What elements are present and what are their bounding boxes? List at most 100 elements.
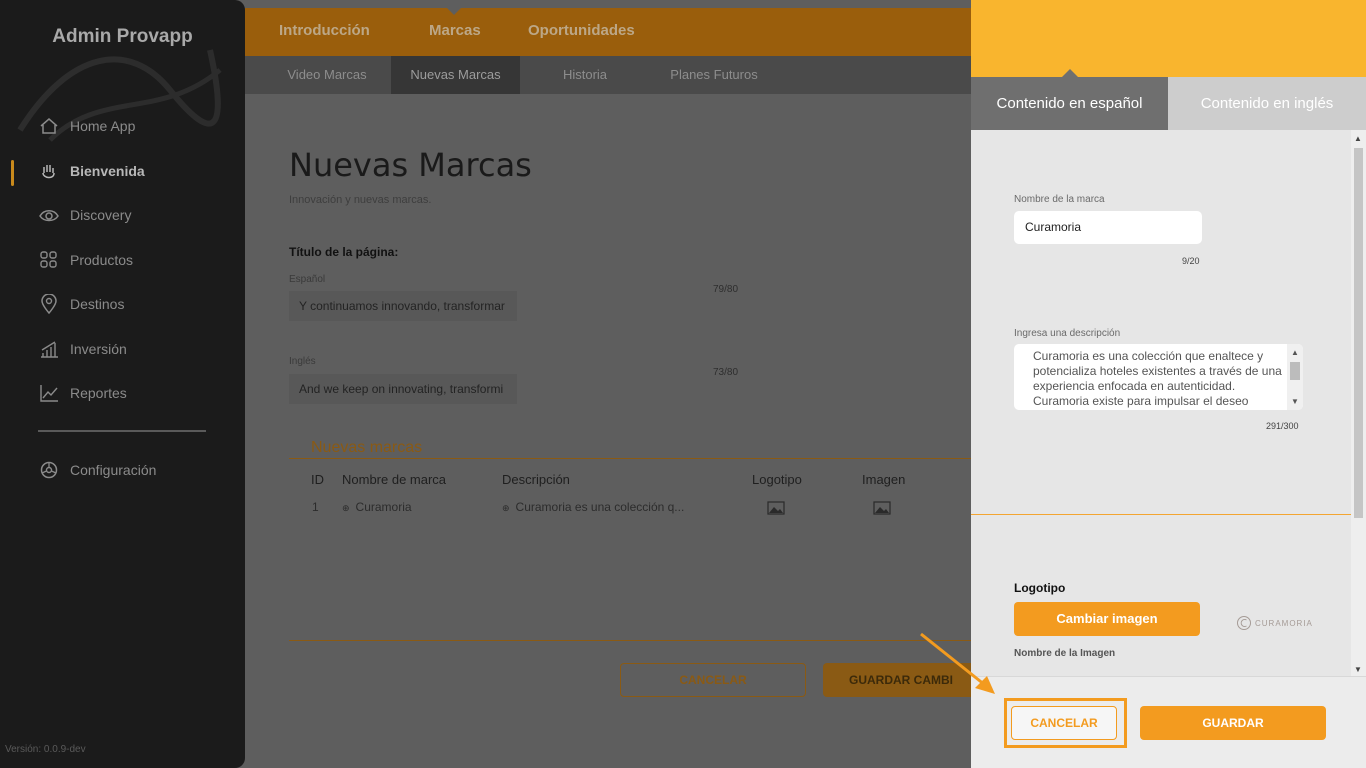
sidebar-item-label: Bienvenida: [70, 163, 145, 179]
home-icon: [38, 115, 60, 137]
brand-name-input[interactable]: Curamoria: [1014, 211, 1202, 244]
tab-oportunidades[interactable]: Oportunidades: [528, 22, 635, 39]
sidebar-item-label: Home App: [70, 118, 136, 134]
active-indicator: [11, 160, 14, 186]
save-button[interactable]: GUARDAR: [1140, 706, 1326, 740]
sidebar-item-discovery[interactable]: Discovery: [38, 201, 131, 229]
subtab-historia[interactable]: Historia: [535, 56, 635, 94]
main-cancel-button[interactable]: CANCELAR: [620, 663, 806, 697]
image-icon[interactable]: [767, 501, 785, 515]
sidebar-item-home-app[interactable]: Home App: [38, 112, 135, 140]
sidebar-item-destinos[interactable]: Destinos: [38, 290, 124, 318]
image-name-label: Nombre de la Imagen: [1014, 648, 1116, 659]
globe-icon: ⊕: [342, 503, 350, 513]
sidebar-item-label: Discovery: [70, 207, 132, 223]
tab-contenido-ingles[interactable]: Contenido en inglés: [1168, 77, 1366, 130]
pointer-arrow-icon: [920, 632, 995, 694]
line-chart-icon: [38, 382, 60, 404]
change-image-button[interactable]: Cambiar imagen: [1014, 602, 1200, 636]
sidebar-divider: [38, 430, 206, 432]
panel-scrollbar[interactable]: ▲ ▼: [1351, 130, 1366, 676]
tab-contenido-espanol[interactable]: Contenido en español: [971, 77, 1168, 130]
panel-body: Nombre de la marca Curamoria 9/20 Ingres…: [971, 130, 1351, 676]
curamoria-logo-icon: [1237, 616, 1251, 630]
textarea-scrollbar[interactable]: ▲ ▼: [1287, 344, 1303, 410]
panel-tabs: Contenido en español Contenido en inglés: [971, 77, 1366, 130]
top-nav: Introducción Marcas Oportunidades: [245, 8, 975, 56]
cell-description: ⊕ Curamoria es una colección q...: [502, 500, 684, 514]
image-icon[interactable]: [873, 501, 891, 515]
app-brand: Admin Provapp: [52, 26, 193, 47]
sub-nav: Video Marcas Nuevas Marcas Historia Plan…: [245, 56, 975, 94]
english-label: Inglés: [289, 356, 316, 367]
edit-panel: Contenido en español Contenido en inglés…: [971, 0, 1366, 768]
spanish-label: Español: [289, 274, 326, 285]
active-tab-caret: [447, 8, 461, 15]
app-root: Admin Provapp Home App Bienvenida Discov…: [0, 0, 1366, 768]
tab-introduccion[interactable]: Introducción: [279, 22, 370, 39]
page-title-label: Título de la página:: [289, 245, 399, 259]
page-subtitle: Innovación y nuevas marcas.: [289, 194, 432, 206]
sidebar-item-label: Reportes: [70, 385, 127, 401]
globe-icon: ⊕: [502, 503, 510, 513]
logo-text: CURAMORIA: [1255, 618, 1313, 628]
subtab-planes-futuros[interactable]: Planes Futuros: [655, 56, 773, 94]
logo-label: Logotipo: [1014, 581, 1066, 595]
description-label: Ingresa una descripción: [1014, 328, 1121, 339]
scroll-up-icon[interactable]: ▲: [1291, 348, 1299, 357]
bar-chart-icon: [38, 338, 60, 360]
section-line: [289, 458, 975, 459]
sidebar-item-inversion[interactable]: Inversión: [38, 335, 127, 363]
description-text: Curamoria es una colección que enaltece …: [1033, 349, 1282, 408]
cell-name-text: Curamoria: [355, 500, 412, 514]
column-header-description: Descripción: [502, 472, 570, 487]
panel-divider: [971, 514, 1351, 515]
version-text: Versión: 0.0.9-dev: [5, 744, 86, 755]
sidebar-item-productos[interactable]: Productos: [38, 246, 133, 274]
english-title-input[interactable]: And we keep on innovating, transformi: [289, 374, 517, 404]
bottom-line: [289, 640, 975, 641]
location-pin-icon: [38, 293, 60, 315]
settings-icon: [38, 459, 60, 481]
english-counter: 73/80: [713, 367, 739, 378]
eye-icon: [38, 204, 60, 226]
section-title: Nuevas marcas: [311, 439, 423, 456]
description-textarea[interactable]: Curamoria es una colección que enaltece …: [1014, 344, 1303, 410]
spanish-counter: 79/80: [713, 284, 739, 295]
scroll-down-icon[interactable]: ▼: [1291, 397, 1299, 406]
sidebar-item-configuracion[interactable]: Configuración: [38, 456, 156, 484]
scroll-down-icon[interactable]: ▼: [1354, 665, 1362, 674]
subtab-video-marcas[interactable]: Video Marcas: [273, 56, 381, 94]
grid-icon: [38, 249, 60, 271]
sidebar-item-label: Productos: [70, 252, 134, 268]
tab-marcas[interactable]: Marcas: [429, 22, 481, 39]
cell-id: 1: [312, 500, 319, 514]
scroll-thumb[interactable]: [1290, 362, 1300, 380]
spanish-title-input[interactable]: Y continuamos innovando, transformar: [289, 291, 517, 321]
column-header-name: Nombre de marca: [342, 472, 447, 487]
panel-header: [971, 0, 1366, 77]
sidebar-item-label: Inversión: [70, 341, 127, 357]
column-header-id: ID: [311, 472, 324, 487]
description-counter: 291/300: [1266, 421, 1299, 431]
sidebar-item-label: Configuración: [70, 462, 157, 478]
waving-hand-icon: [38, 160, 60, 182]
cell-name: ⊕ Curamoria: [342, 500, 412, 514]
cancel-button[interactable]: CANCELAR: [1011, 706, 1117, 740]
column-header-logo: Logotipo: [752, 472, 802, 487]
brand-name-label: Nombre de la marca: [1014, 194, 1105, 205]
scroll-thumb[interactable]: [1354, 148, 1363, 518]
sidebar-item-reportes[interactable]: Reportes: [38, 379, 127, 407]
page-title: Nuevas Marcas: [289, 146, 532, 184]
sidebar-item-label: Destinos: [70, 296, 125, 312]
subtab-nuevas-marcas[interactable]: Nuevas Marcas: [391, 56, 520, 94]
panel-tab-caret: [1062, 69, 1078, 77]
logo-preview: CURAMORIA: [1236, 614, 1316, 632]
column-header-image: Imagen: [862, 472, 906, 487]
brand-name-counter: 9/20: [1182, 256, 1200, 266]
scroll-up-icon[interactable]: ▲: [1354, 134, 1362, 143]
panel-footer: CANCELAR GUARDAR: [971, 676, 1366, 768]
cell-description-text: Curamoria es una colección q...: [515, 500, 685, 514]
sidebar: Admin Provapp Home App Bienvenida Discov…: [0, 0, 245, 768]
sidebar-item-bienvenida[interactable]: Bienvenida: [38, 157, 145, 185]
